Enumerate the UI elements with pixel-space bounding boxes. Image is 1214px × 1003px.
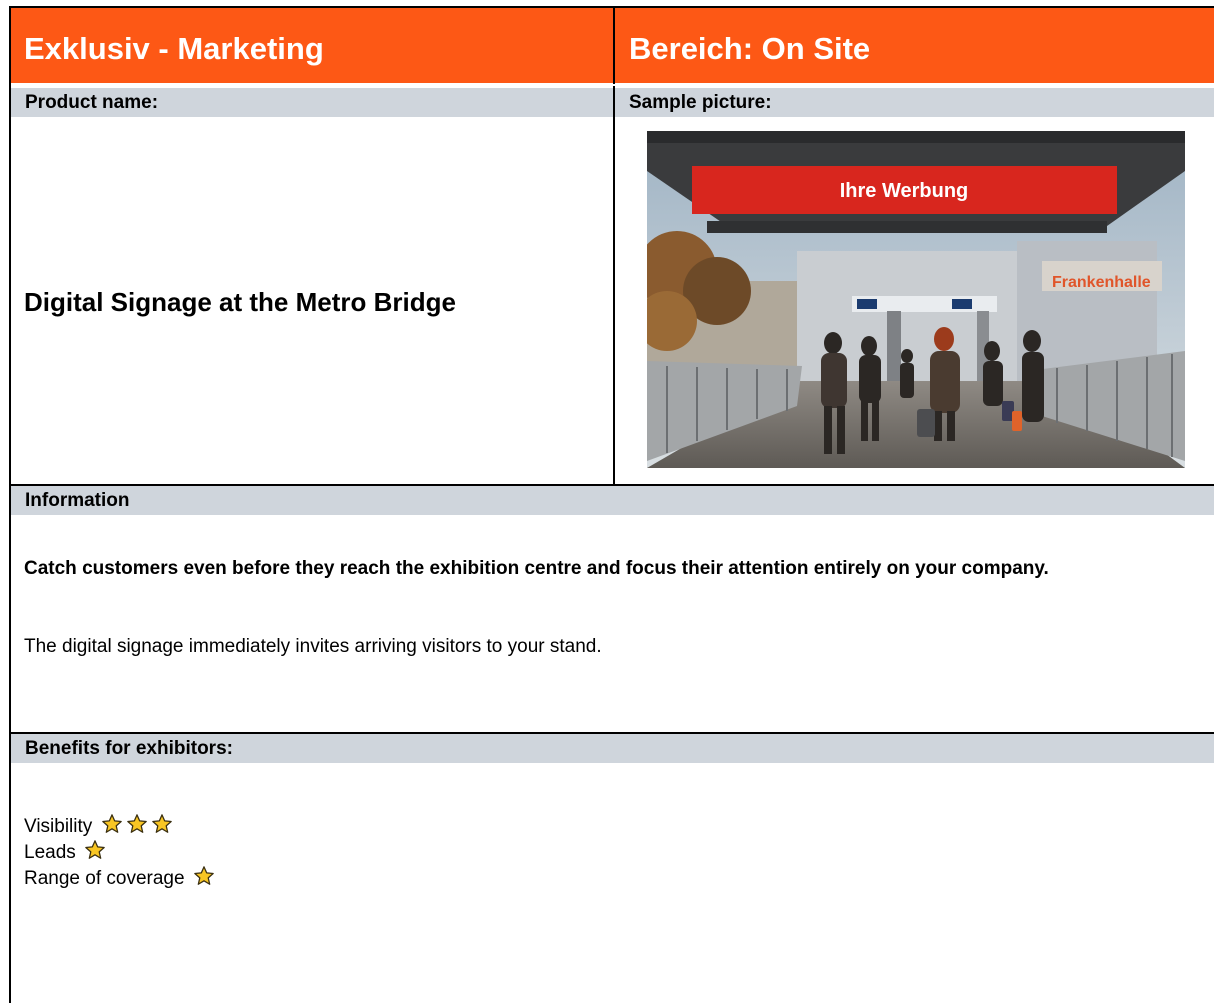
benefits-label-cell: Benefits for exhibitors: [11,734,1214,763]
column-divider-header [613,6,615,84]
benefit-leads-rating [81,840,106,863]
information-label-cell: Information [11,486,1214,515]
header-right-title: Bereich: On Site [629,31,871,66]
benefit-visibility-rating [98,814,173,837]
table-top-border [9,6,1214,8]
information-label: Information [25,490,130,511]
benefit-range-label: Range of coverage [24,868,185,889]
benefits-label: Benefits for exhibitors: [25,738,233,759]
star-icon [126,814,147,833]
benefit-range: Range of coverage [24,865,215,891]
star-icon [194,866,214,885]
sample-picture: Frankenhalle Ihre Werbung [647,131,1185,468]
star-icon [85,840,105,859]
sample-picture-label-cell: Sample picture: [615,88,1214,117]
benefit-leads-label: Leads [24,842,76,863]
header-left-title: Exklusiv - Marketing [24,31,324,66]
column-divider-product [613,86,615,485]
header-left: Exklusiv - Marketing [10,7,613,83]
product-name: Digital Signage at the Metro Bridge [24,287,456,317]
benefit-visibility-label: Visibility [24,816,93,837]
benefit-visibility: Visibility [24,813,215,839]
star-icon [101,814,122,833]
star-icon [151,814,172,833]
svg-text:Frankenhalle: Frankenhalle [1052,274,1151,291]
information-headline: Catch customers even before they reach t… [24,558,1049,579]
benefit-leads: Leads [24,839,215,865]
photo-sign-text: Ihre Werbung [840,180,969,202]
benefits-list: Visibility Leads Range of coverage [24,813,215,891]
product-name-label-cell: Product name: [11,88,613,117]
product-name-label: Product name: [25,92,159,113]
information-body: The digital signage immediately invites … [24,636,602,657]
benefit-range-rating [190,866,215,889]
sample-picture-label: Sample picture: [629,92,772,113]
header-right: Bereich: On Site [615,7,1214,83]
